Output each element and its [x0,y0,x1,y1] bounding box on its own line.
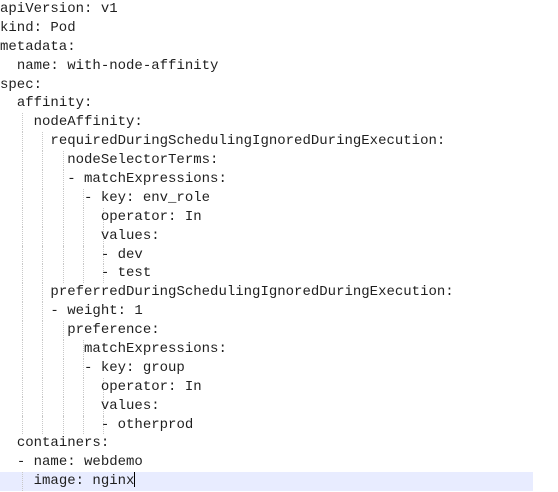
code-editor[interactable]: apiVersion: v1 kind: Pod metadata: name: w… [0,0,558,492]
code-line[interactable]: metadata: [0,38,558,57]
code-text: values: [100,397,160,414]
indentation [0,247,101,263]
code-line[interactable]: containers: [0,434,558,453]
code-line[interactable]: nodeSelectorTerms: [0,151,558,171]
code-line[interactable]: - key: env_role [0,188,558,208]
indentation [0,190,84,206]
code-line[interactable]: - test [0,264,558,284]
code-text: - key: env_role [84,189,211,206]
code-text: - key: group [84,359,185,376]
indentation [0,228,101,244]
code-text: - otherprod [100,416,194,433]
code-text: kind: Pod [0,19,76,36]
code-text: affinity: [16,95,93,112]
code-text: matchExpressions: [84,341,227,358]
code-text: - weight: 1 [50,303,143,320]
indentation [0,133,50,149]
code-line[interactable]: values: [0,396,558,416]
code-line[interactable]: values: [0,226,558,246]
code-text: values: [100,227,160,244]
indentation [0,398,101,414]
code-text: nodeAffinity: [33,114,143,131]
code-line[interactable]: - weight: 1 [0,302,558,322]
indentation [0,379,101,395]
code-text: - test [100,265,152,282]
text-cursor [134,472,136,488]
code-text: - dev [100,246,143,263]
indentation [0,152,67,168]
code-line[interactable]: - key: group [0,358,558,378]
code-text: spec: [0,76,43,93]
code-text: - matchExpressions: [67,171,227,188]
code-line[interactable]: - otherprod [0,415,558,435]
code-line[interactable]: apiVersion: v1 [0,0,558,19]
indentation [0,303,50,319]
indentation [0,322,67,338]
code-line[interactable]: nodeAffinity: [0,113,558,133]
code-line[interactable]: preferredDuringSchedulingIgnoredDuringEx… [0,283,558,303]
code-text: image: nginx [33,473,135,490]
code-line[interactable]: preference: [0,321,558,341]
indentation [0,171,67,187]
code-line[interactable]: image: nginx [0,472,533,492]
indentation [0,360,84,376]
code-text: operator: In [100,208,202,225]
indentation [0,114,34,130]
indentation [0,435,17,451]
code-line[interactable]: name: with-node-affinity [0,57,558,76]
code-text: containers: [16,435,110,452]
code-line[interactable]: requiredDuringSchedulingIgnoredDuringExe… [0,132,558,152]
code-line[interactable]: - name: webdemo [0,453,558,472]
code-line[interactable]: operator: In [0,207,558,227]
code-text: operator: In [100,378,202,395]
code-text: - name: webdemo [16,454,143,471]
code-line[interactable]: - matchExpressions: [0,170,558,189]
code-text: preferredDuringSchedulingIgnoredDuringEx… [50,284,454,301]
indentation [0,58,17,74]
indentation [0,95,17,111]
code-text: apiVersion: v1 [0,1,118,17]
indentation [0,341,84,357]
code-text: requiredDuringSchedulingIgnoredDuringExe… [50,133,446,150]
code-line[interactable]: operator: In [0,377,558,397]
code-text: metadata: [0,38,76,55]
code-line[interactable]: spec: [0,76,558,95]
indentation [0,284,50,300]
code-line[interactable]: affinity: [0,94,558,113]
code-text: preference: [67,322,160,339]
code-line[interactable]: - dev [0,245,558,265]
indentation [0,265,101,281]
code-line[interactable]: matchExpressions: [0,340,558,359]
code-line[interactable]: kind: Pod [0,19,558,38]
indentation [0,473,34,489]
indentation [0,209,101,225]
code-text: nodeSelectorTerms: [67,152,219,169]
indentation [0,454,17,470]
code-text: name: with-node-affinity [16,57,219,74]
code-area[interactable]: apiVersion: v1 kind: Pod metadata: name: w… [0,0,558,492]
indentation [0,417,101,433]
